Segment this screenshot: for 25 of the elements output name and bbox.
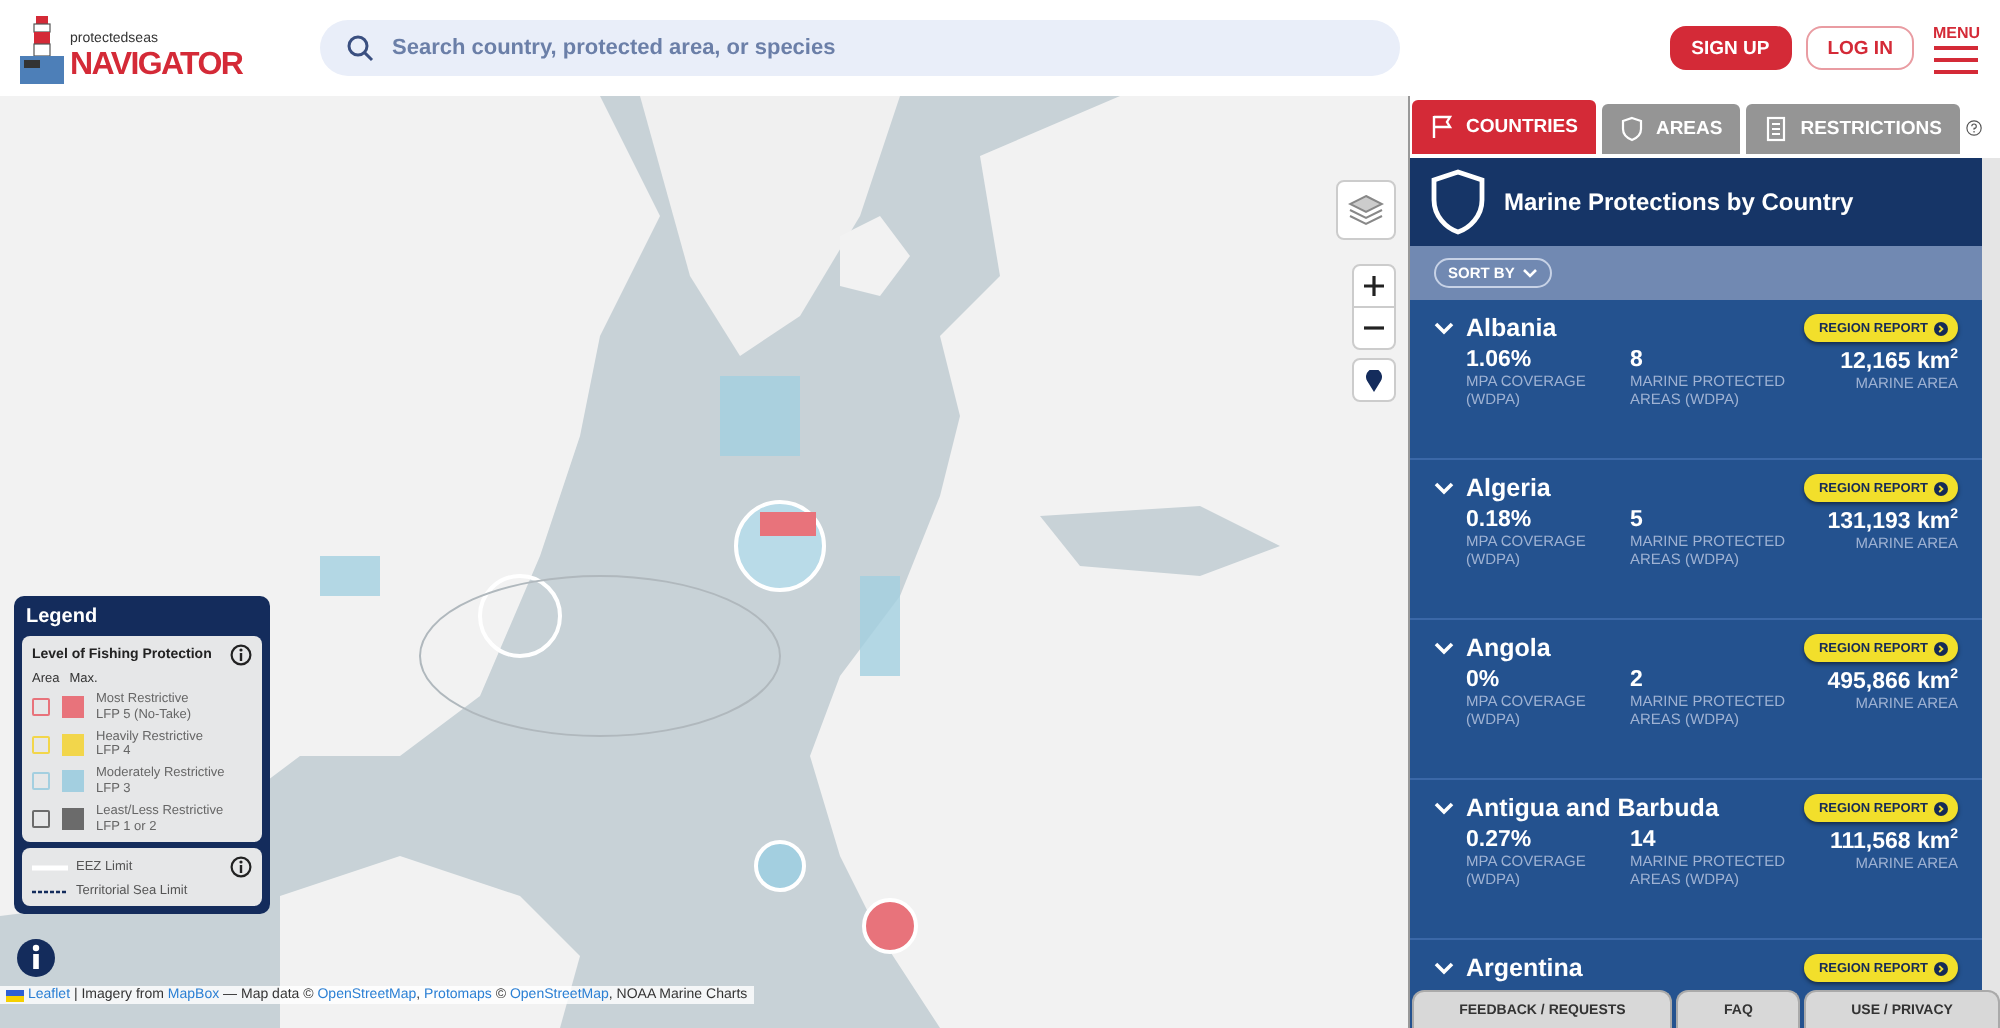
stat-value: 1.06% bbox=[1466, 348, 1534, 372]
stat-value: 111,568 km$^{2}$ bbox=[1827, 828, 1958, 854]
legend-title: Legend bbox=[24, 604, 100, 630]
stat-value: 0% bbox=[1466, 668, 1502, 692]
country-name[interactable]: Argentina bbox=[1466, 954, 1793, 982]
stat-value: 0.18% bbox=[1466, 508, 1534, 532]
sign-up-button[interactable]: SIGN UP bbox=[1669, 26, 1792, 70]
logo-wordmark[interactable]: NAVIGATOR bbox=[70, 48, 243, 84]
stat-value: 2 bbox=[1630, 668, 1645, 692]
menu-button[interactable]: MENU bbox=[1932, 23, 1980, 73]
panel-tab[interactable]: COUNTRIES bbox=[1412, 100, 1596, 154]
country-name[interactable]: Angola bbox=[1466, 634, 1793, 662]
stat-value: 12,165 km$^{2}$ bbox=[1838, 348, 1958, 374]
search-field[interactable]: Search country, protected area, or species bbox=[320, 20, 1400, 76]
country-name[interactable]: Albania bbox=[1466, 314, 1793, 342]
stat-value: 8 bbox=[1630, 348, 1645, 372]
stat-value: 495,866 km$^{2}$ bbox=[1825, 668, 1958, 694]
country-name[interactable]: Antigua and Barbuda bbox=[1466, 794, 1793, 822]
stat-value: 5 bbox=[1630, 508, 1645, 532]
stat-value: 0.27% bbox=[1466, 828, 1534, 852]
log-in-button[interactable]: LOG IN bbox=[1805, 26, 1915, 70]
stat-value: 14 bbox=[1630, 828, 1658, 852]
country-name[interactable]: Algeria bbox=[1466, 474, 1793, 502]
panel-title: Marine Protections by Country bbox=[1504, 188, 1854, 216]
stat-value: 131,193 km$^{2}$ bbox=[1825, 508, 1958, 534]
